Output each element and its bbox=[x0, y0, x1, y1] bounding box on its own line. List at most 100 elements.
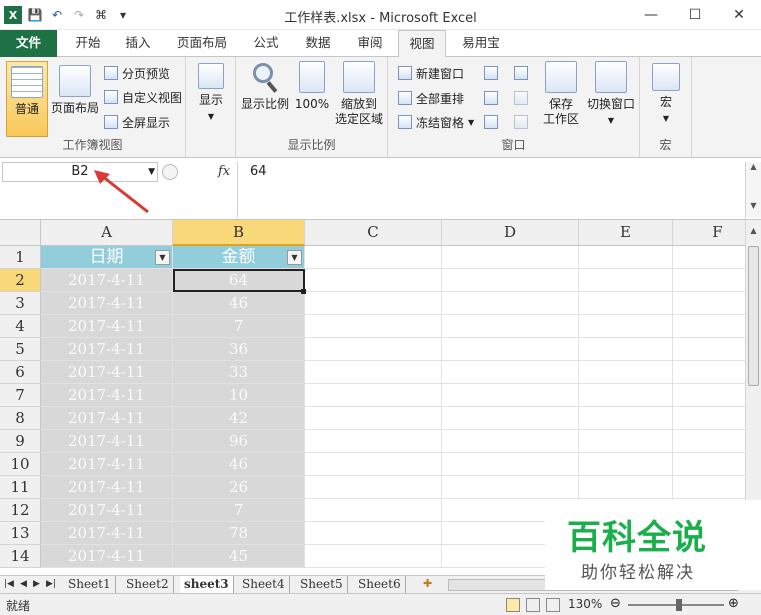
sheet-tab[interactable]: sheet3 bbox=[180, 576, 234, 594]
scroll-thumb[interactable] bbox=[748, 246, 759, 386]
empty-cell[interactable] bbox=[442, 476, 579, 499]
empty-cell[interactable] bbox=[442, 338, 579, 361]
column-header-c[interactable]: C bbox=[305, 220, 442, 246]
row-header[interactable]: 3 bbox=[0, 292, 41, 315]
empty-cell[interactable] bbox=[579, 269, 673, 292]
empty-cell[interactable] bbox=[305, 476, 442, 499]
page-break-preview-button[interactable]: 分页预览 bbox=[104, 63, 170, 83]
cell-date[interactable]: 2017-4-11 bbox=[41, 384, 173, 407]
cell-date[interactable]: 2017-4-11 bbox=[41, 315, 173, 338]
empty-cell[interactable] bbox=[673, 407, 745, 430]
header-cell-amount[interactable]: 金额 ▼ bbox=[173, 246, 305, 269]
empty-cell[interactable] bbox=[305, 407, 442, 430]
page-layout-status-icon[interactable] bbox=[526, 598, 540, 612]
cell-amount[interactable]: 10 bbox=[173, 384, 305, 407]
cell-date[interactable]: 2017-4-11 bbox=[41, 338, 173, 361]
empty-cell[interactable] bbox=[442, 361, 579, 384]
row-header[interactable]: 7 bbox=[0, 384, 41, 407]
empty-cell[interactable] bbox=[673, 292, 745, 315]
formula-content[interactable]: 64 bbox=[250, 164, 267, 179]
empty-cell[interactable] bbox=[305, 453, 442, 476]
sheet-tab[interactable]: Sheet1 bbox=[64, 576, 116, 594]
row-header[interactable]: 9 bbox=[0, 430, 41, 453]
cell-amount[interactable]: 96 bbox=[173, 430, 305, 453]
tab-file[interactable]: 文件 bbox=[0, 30, 57, 57]
sheet-tab[interactable]: Sheet5 bbox=[296, 576, 348, 594]
tab-data[interactable]: 数据 bbox=[298, 30, 338, 57]
cell-amount[interactable]: 42 bbox=[173, 407, 305, 430]
zoom-slider-thumb[interactable] bbox=[676, 599, 682, 611]
side-by-side-icon[interactable] bbox=[514, 66, 528, 80]
empty-cell[interactable] bbox=[579, 246, 673, 269]
maximize-button[interactable]: ☐ bbox=[673, 0, 717, 30]
empty-cell[interactable] bbox=[442, 315, 579, 338]
cell-amount[interactable]: 7 bbox=[173, 315, 305, 338]
empty-cell[interactable] bbox=[673, 476, 745, 499]
cell-amount[interactable]: 46 bbox=[173, 453, 305, 476]
cell-amount[interactable]: 64 bbox=[173, 269, 305, 292]
zoom-to-selection-button[interactable]: 缩放到 选定区域 bbox=[332, 61, 386, 127]
prev-sheet-icon[interactable]: ◀ bbox=[20, 579, 27, 589]
filter-dropdown-icon[interactable]: ▼ bbox=[155, 250, 170, 265]
column-header-b[interactable]: B bbox=[173, 220, 305, 246]
empty-cell[interactable] bbox=[442, 407, 579, 430]
page-break-status-icon[interactable] bbox=[546, 598, 560, 612]
empty-cell[interactable] bbox=[579, 292, 673, 315]
empty-cell[interactable] bbox=[442, 269, 579, 292]
cell-amount[interactable]: 7 bbox=[173, 499, 305, 522]
zoom-100-button[interactable]: 100% bbox=[294, 61, 330, 112]
formula-bar-scroll[interactable]: ▲ ▼ bbox=[745, 162, 761, 218]
header-cell-date[interactable]: 日期 ▼ bbox=[41, 246, 173, 269]
tab-review[interactable]: 审阅 bbox=[350, 30, 390, 57]
empty-cell[interactable] bbox=[442, 384, 579, 407]
cell-date[interactable]: 2017-4-11 bbox=[41, 453, 173, 476]
empty-cell[interactable] bbox=[305, 246, 442, 269]
cell-amount[interactable]: 78 bbox=[173, 522, 305, 545]
empty-cell[interactable] bbox=[673, 361, 745, 384]
empty-cell[interactable] bbox=[305, 315, 442, 338]
column-header-a[interactable]: A bbox=[41, 220, 173, 246]
row-header[interactable]: 8 bbox=[0, 407, 41, 430]
split-icon[interactable] bbox=[484, 66, 498, 80]
new-window-button[interactable]: 新建窗口 bbox=[398, 63, 464, 83]
cell-date[interactable]: 2017-4-11 bbox=[41, 292, 173, 315]
sheet-tab[interactable]: Sheet2 bbox=[122, 576, 174, 594]
zoom-in-icon[interactable]: ⊕ bbox=[728, 596, 739, 611]
cell-date[interactable]: 2017-4-11 bbox=[41, 361, 173, 384]
empty-cell[interactable] bbox=[579, 453, 673, 476]
arrange-all-button[interactable]: 全部重排 bbox=[398, 88, 464, 108]
cell-date[interactable]: 2017-4-11 bbox=[41, 430, 173, 453]
cell-amount[interactable]: 46 bbox=[173, 292, 305, 315]
select-all-corner[interactable] bbox=[0, 220, 41, 246]
sheet-tab[interactable]: Sheet4 bbox=[238, 576, 290, 594]
hide-icon[interactable] bbox=[484, 91, 498, 105]
empty-cell[interactable] bbox=[673, 453, 745, 476]
empty-cell[interactable] bbox=[305, 292, 442, 315]
switch-windows-button[interactable]: 切换窗口 ▼ bbox=[584, 61, 638, 128]
empty-cell[interactable] bbox=[673, 246, 745, 269]
empty-cell[interactable] bbox=[579, 384, 673, 407]
tab-easy[interactable]: 易用宝 bbox=[456, 30, 506, 57]
empty-cell[interactable] bbox=[305, 361, 442, 384]
row-header[interactable]: 10 bbox=[0, 453, 41, 476]
empty-cell[interactable] bbox=[673, 315, 745, 338]
normal-view-status-icon[interactable] bbox=[506, 598, 520, 612]
row-header[interactable]: 12 bbox=[0, 499, 41, 522]
empty-cell[interactable] bbox=[305, 499, 442, 522]
empty-cell[interactable] bbox=[579, 476, 673, 499]
tab-view[interactable]: 视图 bbox=[398, 30, 446, 58]
empty-cell[interactable] bbox=[673, 430, 745, 453]
page-layout-view-button[interactable]: 页面布局 bbox=[50, 65, 100, 116]
empty-cell[interactable] bbox=[673, 384, 745, 407]
column-header-e[interactable]: E bbox=[579, 220, 673, 246]
insert-sheet-icon[interactable]: ✚ bbox=[423, 577, 432, 590]
insert-function-icon[interactable]: fx bbox=[218, 164, 230, 179]
row-header[interactable]: 13 bbox=[0, 522, 41, 545]
empty-cell[interactable] bbox=[579, 430, 673, 453]
row-header[interactable]: 6 bbox=[0, 361, 41, 384]
cell-amount[interactable]: 45 bbox=[173, 545, 305, 568]
column-header-f[interactable]: F bbox=[673, 220, 745, 246]
zoom-level[interactable]: 130% bbox=[568, 597, 602, 611]
close-button[interactable]: ✕ bbox=[717, 0, 761, 30]
row-header[interactable]: 14 bbox=[0, 545, 41, 568]
